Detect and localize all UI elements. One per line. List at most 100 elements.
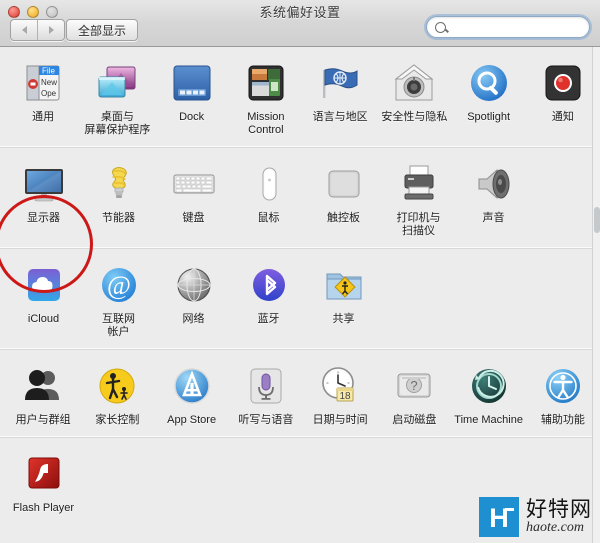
accessibility-icon — [527, 361, 599, 411]
window-titlebar: 系统偏好设置 全部显示 — [0, 0, 600, 47]
scrollbar-thumb[interactable] — [594, 207, 600, 233]
pane-displays[interactable]: 显示器 — [7, 157, 80, 238]
pane-mouse[interactable]: 鼠标 — [232, 157, 305, 238]
pane-app-store[interactable]: App Store — [156, 359, 228, 427]
mouse-icon — [232, 159, 305, 209]
pane-startup-disk[interactable]: ? 启动磁盘 — [378, 359, 450, 427]
pane-general[interactable]: File New Ope 通用 — [7, 56, 79, 137]
vertical-scrollbar[interactable] — [592, 47, 600, 543]
pane-trackpad[interactable]: 触控板 — [307, 157, 380, 238]
chevron-left-icon — [21, 26, 27, 34]
pane-label: 通用 — [32, 111, 55, 123]
pane-label-line1: Mission — [247, 111, 285, 123]
pane-label: 显示器 — [27, 212, 60, 224]
pane-bluetooth[interactable]: 蓝牙 — [232, 258, 305, 339]
pane-label: 语言与地区 — [312, 111, 368, 123]
search-icon — [435, 21, 446, 33]
notifications-icon — [527, 58, 599, 108]
pane-label-line1: 互联网 — [102, 313, 135, 325]
pane-energy-saver[interactable]: 节能器 — [82, 157, 155, 238]
trackpad-icon — [307, 159, 380, 209]
mission-control-icon — [230, 58, 302, 108]
pane-label: 辅助功能 — [540, 414, 585, 426]
startup-disk-icon: ? — [378, 361, 450, 411]
printers-scanners-icon — [382, 159, 455, 209]
pane-label: 日期与时间 — [312, 414, 368, 426]
svg-text:@: @ — [107, 271, 131, 300]
pane-label: 安全性与隐私 — [381, 111, 448, 123]
pane-label: 键盘 — [182, 212, 205, 224]
pane-sharing[interactable]: 共享 — [307, 258, 380, 339]
svg-text:File: File — [42, 67, 55, 76]
pane-mission-control[interactable]: Mission Control — [230, 56, 302, 137]
pane-spotlight[interactable]: Spotlight — [453, 56, 525, 137]
section-hardware: 显示器 节能器 键盘 鼠标 触控板 打印机与 扫描仪 声音 — [0, 147, 600, 248]
watermark-text: 好特网 haote.com — [526, 498, 592, 536]
pane-flash-player[interactable]: Flash Player — [7, 447, 80, 515]
section-system: 用户与群组 家长控制 App Store 听写与语音 18 日期与时间 ? 启动… — [0, 349, 600, 437]
pane-label: 通知 — [551, 111, 574, 123]
pane-label-line2: 帐户 — [107, 326, 130, 338]
pane-dictation-speech[interactable]: 听写与语音 — [230, 359, 302, 427]
pane-label-line2: 扫描仪 — [402, 225, 435, 237]
forward-button[interactable] — [37, 20, 64, 40]
pane-keyboard[interactable]: 键盘 — [157, 157, 230, 238]
pane-label: 用户与群组 — [15, 414, 71, 426]
dictation-speech-icon — [230, 361, 302, 411]
pane-language-region[interactable]: 语言与地区 — [304, 56, 376, 137]
pane-label: 共享 — [332, 313, 355, 325]
show-all-label: 全部显示 — [78, 23, 127, 38]
pane-label: 鼠标 — [257, 212, 280, 224]
pane-label-line1: 桌面与 — [100, 111, 134, 123]
bluetooth-icon — [232, 260, 305, 310]
svg-text:Ope: Ope — [41, 89, 57, 98]
security-privacy-icon — [378, 58, 450, 108]
pane-label: 触控板 — [327, 212, 360, 224]
pane-desktop-screensaver[interactable]: 桌面与 屏幕保护程序 — [81, 56, 153, 137]
pane-time-machine[interactable]: Time Machine — [453, 359, 525, 427]
search-input[interactable] — [451, 19, 585, 35]
parental-controls-icon — [81, 361, 153, 411]
pane-dock[interactable]: Dock — [156, 56, 228, 137]
dock-icon — [156, 58, 228, 108]
flash-player-icon — [7, 449, 80, 499]
watermark-logo-bar — [505, 508, 514, 511]
pane-printers-scanners[interactable]: 打印机与 扫描仪 — [382, 157, 455, 238]
watermark: H 好特网 haote.com — [479, 497, 592, 537]
desktop-screensaver-icon — [81, 58, 153, 108]
pane-internet-accounts[interactable]: @ 互联网 帐户 — [82, 258, 155, 339]
pane-users-groups[interactable]: 用户与群组 — [7, 359, 79, 427]
pane-label: 节能器 — [102, 212, 135, 224]
pane-notifications[interactable]: 通知 — [527, 56, 599, 137]
pane-date-time[interactable]: 18 日期与时间 — [304, 359, 376, 427]
pane-parental-controls[interactable]: 家长控制 — [81, 359, 153, 427]
search-field[interactable] — [426, 16, 590, 38]
pane-sound[interactable]: 声音 — [457, 157, 530, 238]
internet-accounts-icon: @ — [82, 260, 155, 310]
back-button[interactable] — [11, 20, 37, 40]
svg-text:New: New — [41, 78, 57, 87]
svg-text:?: ? — [411, 378, 418, 393]
keyboard-icon — [157, 159, 230, 209]
network-icon — [157, 260, 230, 310]
pane-network[interactable]: 网络 — [157, 258, 230, 339]
pane-label: 蓝牙 — [257, 313, 280, 325]
pane-accessibility[interactable]: 辅助功能 — [527, 359, 599, 427]
show-all-button[interactable]: 全部显示 — [66, 19, 139, 41]
pane-label: 启动磁盘 — [392, 414, 437, 426]
pane-label: Time Machine — [454, 414, 523, 426]
sound-icon — [457, 159, 530, 209]
pane-icloud[interactable]: iCloud — [7, 258, 80, 339]
pane-security-privacy[interactable]: 安全性与隐私 — [378, 56, 450, 137]
pane-label-line2: 屏幕保护程序 — [84, 124, 151, 136]
energy-saver-icon — [82, 159, 155, 209]
pane-label: Spotlight — [467, 111, 511, 123]
pane-label: 家长控制 — [95, 414, 140, 426]
pane-row: 显示器 节能器 键盘 鼠标 触控板 打印机与 扫描仪 声音 — [0, 157, 600, 242]
preference-panes-grid: File New Ope 通用 桌面与 屏幕保护程序 Dock Mission … — [0, 47, 600, 543]
section-personal: File New Ope 通用 桌面与 屏幕保护程序 Dock Mission … — [0, 47, 600, 147]
pane-label: iCloud — [27, 313, 60, 325]
icloud-icon — [7, 260, 80, 310]
pane-label-line1: 打印机与 — [396, 212, 441, 224]
pane-row: iCloud @ 互联网 帐户 网络 蓝牙 共享 — [0, 258, 600, 343]
